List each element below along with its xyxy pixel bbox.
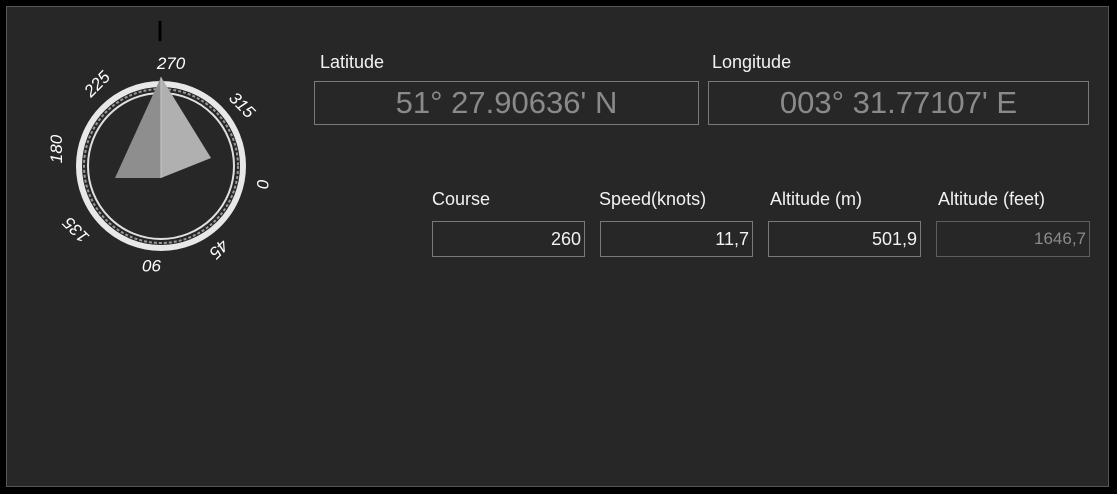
altitude-feet-label: Altitude (feet) xyxy=(938,189,1046,209)
compass-label-90: 90 xyxy=(142,256,161,275)
compass-label-135: 135 xyxy=(59,213,93,247)
altitude-m-label: Altitude (m) xyxy=(770,189,863,209)
course-field[interactable]: 260 xyxy=(432,221,585,257)
compass-label-0: 0 xyxy=(253,179,272,189)
gps-panel: 270 315 0 45 90 135 180 225 Latitude 51°… xyxy=(6,6,1109,487)
speed-field[interactable]: 11,7 xyxy=(600,221,753,257)
latitude-label: Latitude xyxy=(320,52,385,72)
latitude-field[interactable]: 51° 27.90636' N xyxy=(314,81,699,125)
altitude-m-field[interactable]: 501,9 xyxy=(768,221,921,257)
compass-label-270: 270 xyxy=(156,54,186,73)
compass-label-180: 180 xyxy=(47,134,66,163)
altitude-feet-field: 1646,7 xyxy=(936,221,1090,257)
speed-label: Speed(knots) xyxy=(599,189,707,209)
compass-label-45: 45 xyxy=(205,235,232,262)
longitude-label: Longitude xyxy=(712,52,792,72)
course-label: Course xyxy=(432,189,491,209)
longitude-field[interactable]: 003° 31.77107' E xyxy=(708,81,1089,125)
compass-dial: 270 315 0 45 90 135 180 225 xyxy=(43,21,273,281)
compass-svg: 270 315 0 45 90 135 180 225 xyxy=(47,21,272,275)
compass-label-225: 225 xyxy=(80,67,115,102)
